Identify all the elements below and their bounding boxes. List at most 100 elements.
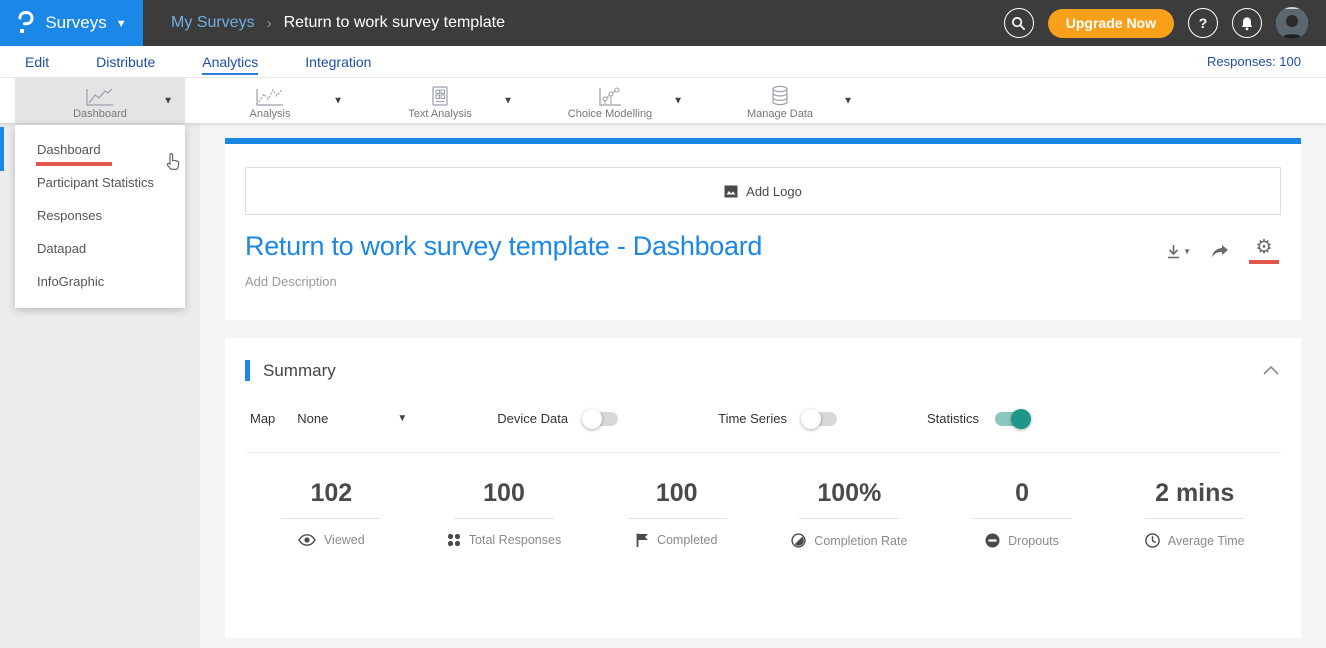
grid-dots-icon <box>447 533 461 547</box>
stat-value: 2 mins <box>1155 479 1234 508</box>
half-circle-icon <box>791 533 806 548</box>
product-name: Surveys <box>45 13 106 33</box>
line-chart-icon <box>85 85 115 107</box>
add-description-field[interactable]: Add Description <box>225 264 1301 289</box>
upgrade-now-button[interactable]: Upgrade Now <box>1048 9 1174 38</box>
database-icon <box>769 85 791 107</box>
responses-count: Responses: 100 <box>1207 54 1301 69</box>
breadcrumb-separator: › <box>267 15 272 32</box>
stat-viewed: 102 Viewed <box>245 479 418 548</box>
toolbar-label: Manage Data <box>747 108 813 120</box>
line-chart-icon <box>255 85 285 107</box>
hand-cursor-icon <box>163 151 183 173</box>
download-button[interactable]: ▼ <box>1166 244 1191 260</box>
time-series-toggle[interactable] <box>803 412 837 426</box>
statistics-toggle[interactable] <box>995 412 1029 426</box>
toolbar-dashboard[interactable]: Dashboard ▼ <box>15 78 185 123</box>
analytics-toolbar: Dashboard ▼ Analysis ▼ Text Analysis ▼ C… <box>0 78 1326 123</box>
share-icon <box>1211 244 1229 259</box>
device-data-toggle[interactable] <box>584 412 618 426</box>
breadcrumb-current: Return to work survey template <box>284 14 505 32</box>
stat-value: 0 <box>1015 479 1029 508</box>
stat-dropouts: 0 Dropouts <box>936 479 1109 548</box>
collapse-section-button[interactable] <box>1263 366 1279 375</box>
nav-analytics[interactable]: Analytics <box>202 49 258 75</box>
download-icon <box>1166 244 1181 260</box>
stat-label: Completion Rate <box>814 534 907 548</box>
nav-integration[interactable]: Integration <box>305 49 371 75</box>
scatter-chart-icon <box>597 85 623 107</box>
menu-item-dashboard[interactable]: Dashboard <box>15 133 185 166</box>
share-button[interactable] <box>1211 244 1229 259</box>
time-series-label: Time Series <box>718 411 787 426</box>
summary-section-title: Summary <box>263 361 336 381</box>
toolbar-label: Choice Modelling <box>568 108 652 120</box>
gear-icon: ⚙ <box>1255 239 1272 257</box>
map-selected-value: None <box>297 411 328 426</box>
bell-icon <box>1240 16 1254 31</box>
chevron-down-icon[interactable]: ▼ <box>333 95 343 106</box>
divider <box>972 518 1072 519</box>
divider <box>454 518 554 519</box>
breadcrumb-my-surveys[interactable]: My Surveys <box>171 14 255 32</box>
help-button[interactable]: ? <box>1188 8 1218 38</box>
breadcrumb: My Surveys › Return to work survey templ… <box>143 0 1004 46</box>
settings-button[interactable]: ⚙ <box>1249 239 1279 264</box>
sidebar-active-indicator <box>0 127 4 171</box>
image-icon <box>724 185 738 198</box>
toolbar-text-analysis[interactable]: Text Analysis ▼ <box>355 78 525 123</box>
chevron-down-icon[interactable]: ▼ <box>163 95 173 106</box>
stat-value: 100 <box>483 479 525 508</box>
page-title[interactable]: Return to work survey template - Dashboa… <box>245 231 762 262</box>
toolbar-label: Dashboard <box>73 108 127 120</box>
nav-edit[interactable]: Edit <box>25 49 49 75</box>
add-logo-dropzone[interactable]: Add Logo <box>245 167 1281 215</box>
map-select[interactable]: None ▼ <box>297 411 407 426</box>
toolbar-label: Analysis <box>250 108 291 120</box>
title-actions: ▼ ⚙ <box>1166 231 1279 264</box>
chevron-down-icon[interactable]: ▼ <box>503 95 513 106</box>
stat-completed: 100 Completed <box>590 479 763 548</box>
questionpro-logo-icon <box>16 10 36 36</box>
minus-circle-icon <box>985 533 1000 548</box>
question-mark-icon: ? <box>1199 15 1208 31</box>
topbar: Surveys ▼ My Surveys › Return to work su… <box>0 0 1326 46</box>
search-button[interactable] <box>1004 8 1034 38</box>
toggle-knob <box>582 409 602 429</box>
toggle-knob <box>801 409 821 429</box>
product-switcher[interactable]: Surveys ▼ <box>0 0 143 46</box>
statistics-row: 102 Viewed 100 Total Responses 100 Compl… <box>245 452 1281 548</box>
nav-distribute[interactable]: Distribute <box>96 49 155 75</box>
stat-average-time: 2 mins Average Time <box>1108 479 1281 548</box>
toolbar-manage-data[interactable]: Manage Data ▼ <box>695 78 865 123</box>
stat-label: Completed <box>657 533 717 547</box>
toolbar-choice-modelling[interactable]: Choice Modelling ▼ <box>525 78 695 123</box>
stat-value: 100 <box>656 479 698 508</box>
flag-icon <box>636 533 649 547</box>
topbar-actions: Upgrade Now ? <box>1004 0 1326 46</box>
user-avatar[interactable] <box>1276 7 1308 39</box>
statistics-label: Statistics <box>927 411 979 426</box>
search-icon <box>1011 16 1026 31</box>
summary-card: Summary Map None ▼ Device Data Time Seri… <box>225 338 1301 638</box>
stat-label: Viewed <box>324 533 365 547</box>
stat-label: Dropouts <box>1008 534 1059 548</box>
chevron-down-icon[interactable]: ▼ <box>843 95 853 106</box>
toolbar-analysis[interactable]: Analysis ▼ <box>185 78 355 123</box>
clock-icon <box>1145 533 1160 548</box>
menu-item-responses[interactable]: Responses <box>15 199 185 232</box>
menu-item-datapad[interactable]: Datapad <box>15 232 185 265</box>
chevron-down-icon: ▼ <box>1183 247 1191 256</box>
divider <box>1145 518 1245 519</box>
add-logo-label: Add Logo <box>746 184 802 199</box>
stat-total-responses: 100 Total Responses <box>418 479 591 548</box>
eye-icon <box>298 534 316 546</box>
map-label: Map <box>250 411 275 426</box>
notifications-button[interactable] <box>1232 8 1262 38</box>
menu-item-participant-statistics[interactable]: Participant Statistics <box>15 166 185 199</box>
chevron-down-icon[interactable]: ▼ <box>673 95 683 106</box>
menu-item-infographic[interactable]: InfoGraphic <box>15 265 185 298</box>
device-data-label: Device Data <box>497 411 568 426</box>
section-accent-bar <box>245 360 250 381</box>
divider <box>281 518 381 519</box>
